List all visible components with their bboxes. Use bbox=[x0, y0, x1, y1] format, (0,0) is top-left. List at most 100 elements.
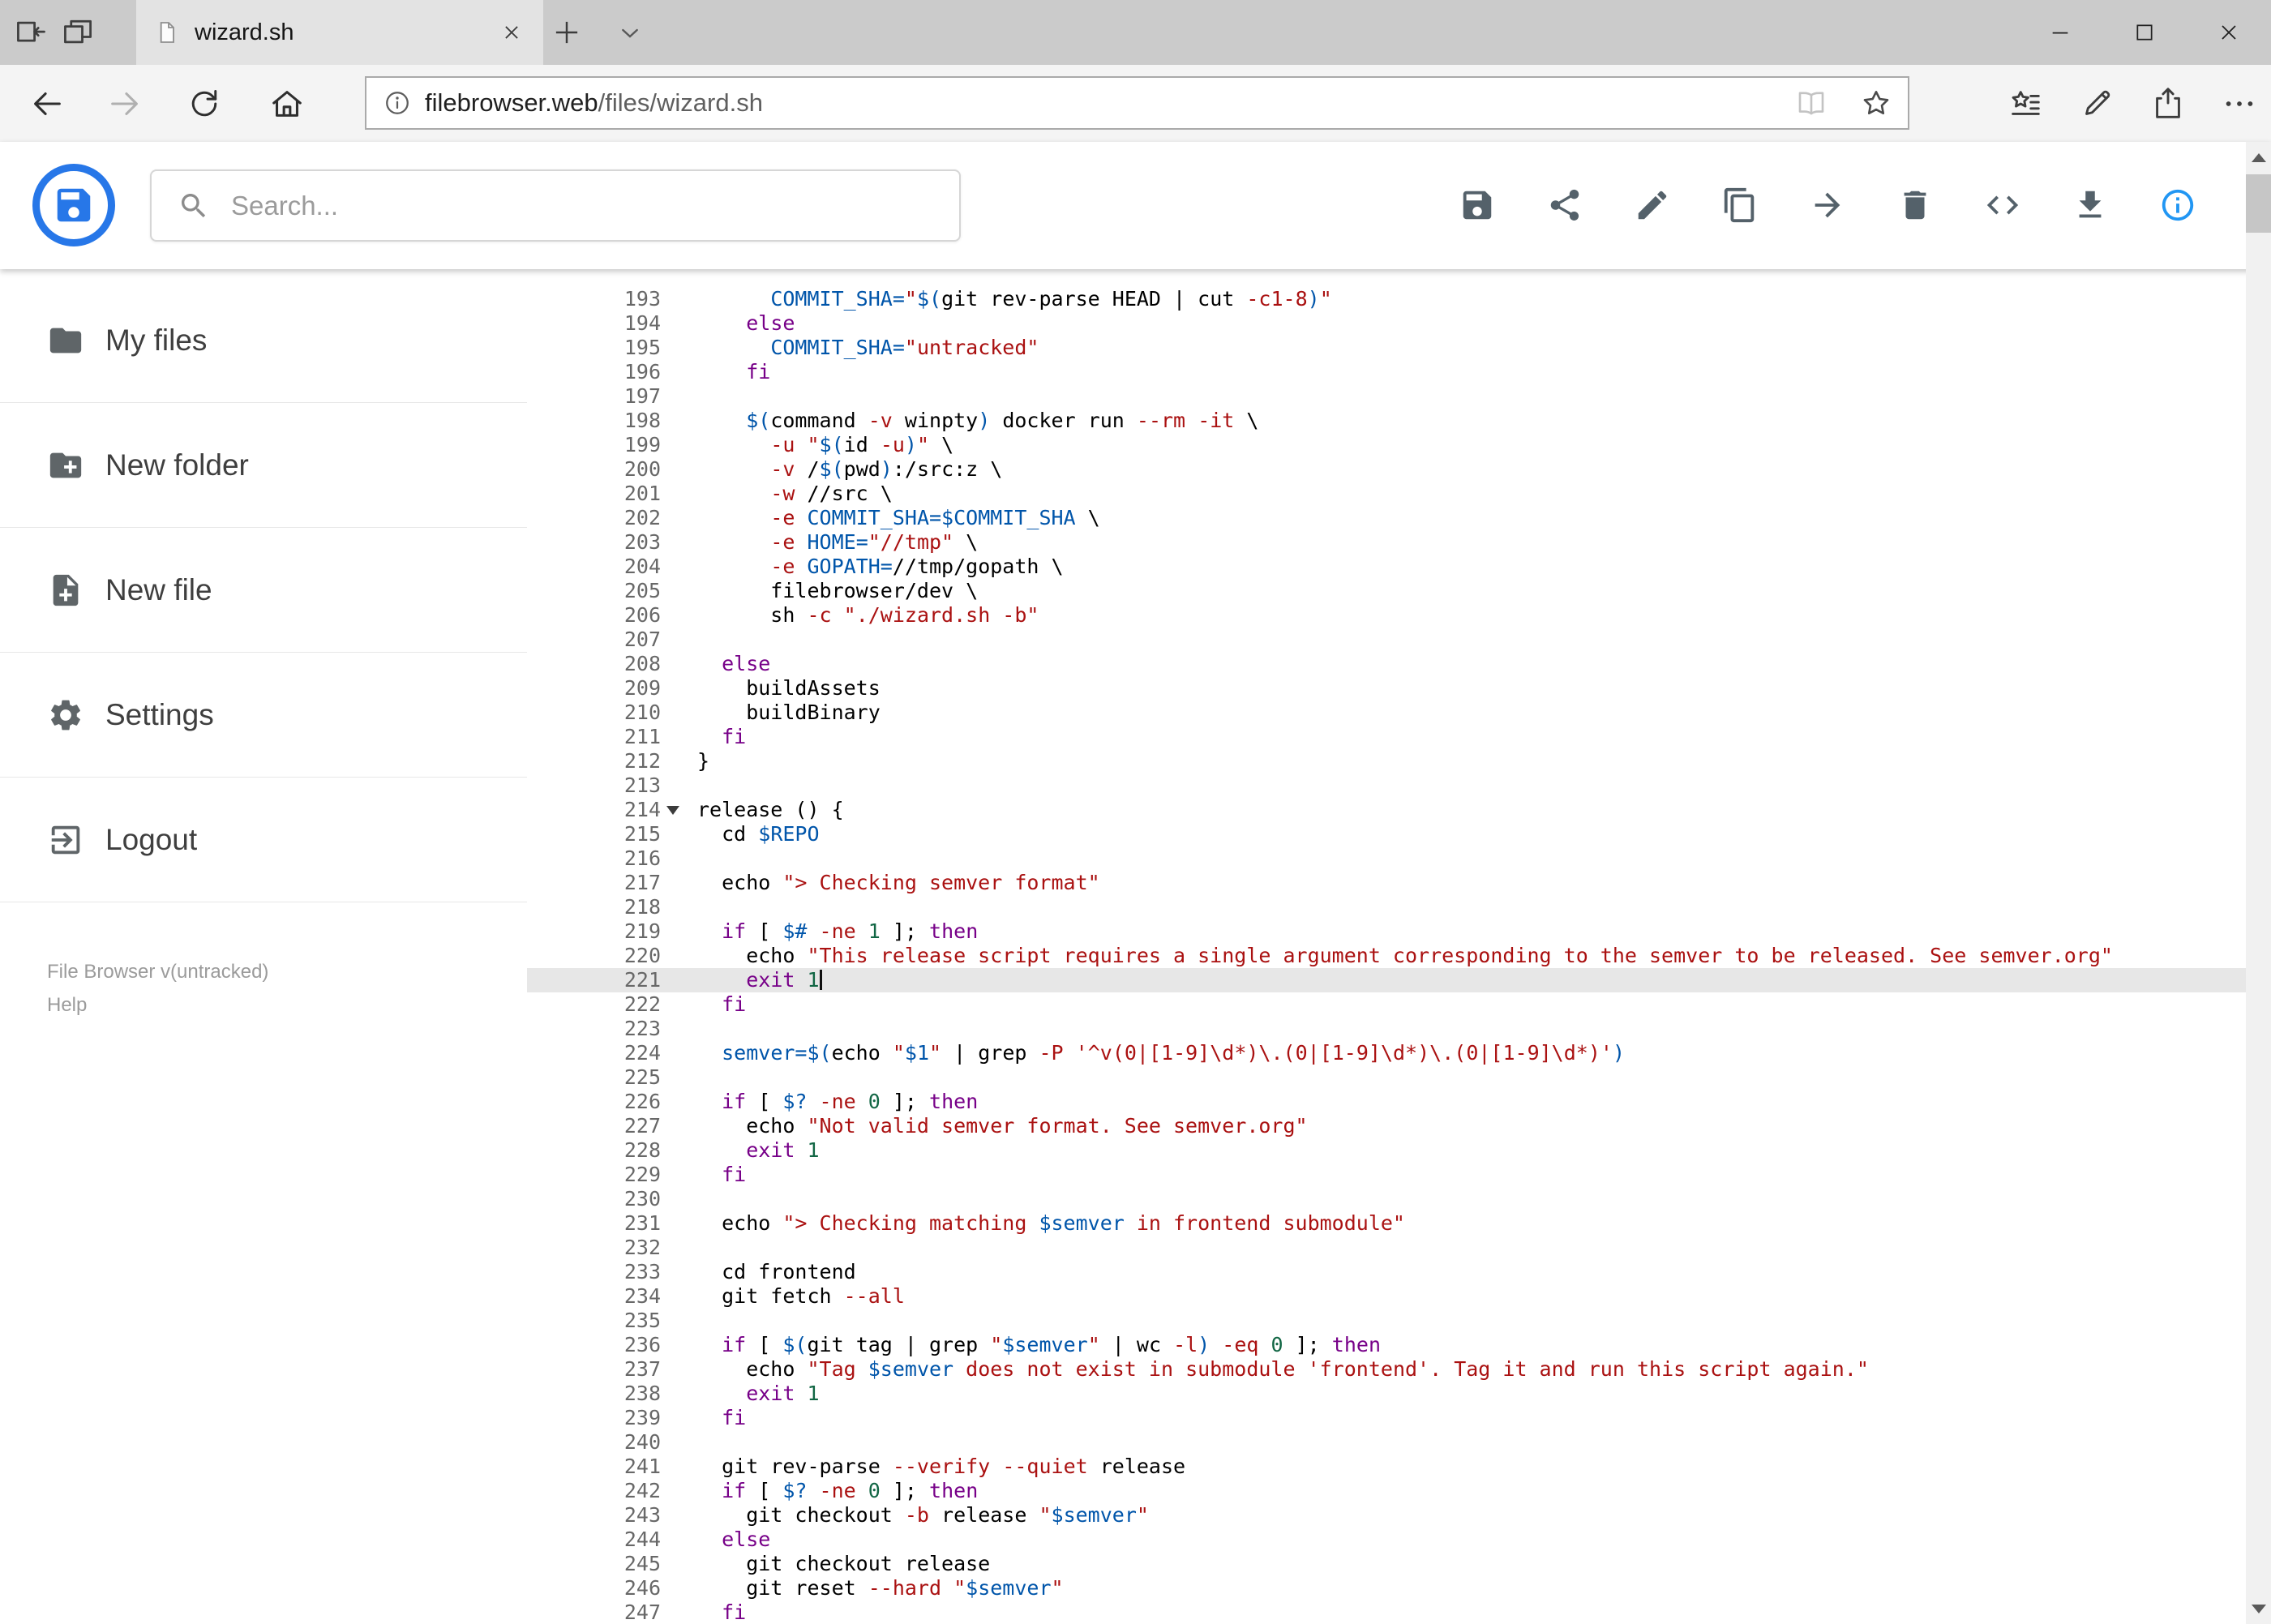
code-line[interactable]: 204 -e GOPATH=//tmp/gopath \ bbox=[527, 555, 2246, 579]
share-page-button[interactable] bbox=[2149, 85, 2187, 122]
code-line[interactable]: 230 bbox=[527, 1187, 2246, 1211]
tab-preview-button[interactable] bbox=[60, 15, 96, 50]
code-line[interactable]: 197 bbox=[527, 384, 2246, 409]
code-line[interactable]: 247 fi bbox=[527, 1600, 2246, 1624]
code-button[interactable] bbox=[1984, 186, 2021, 224]
code-line[interactable]: 236 if [ $(git tag | grep "$semver" | wc… bbox=[527, 1333, 2246, 1357]
delete-button[interactable] bbox=[1896, 186, 1934, 224]
code-line[interactable]: 231 echo "> Checking matching $semver in… bbox=[527, 1211, 2246, 1236]
code-line[interactable]: 219 if [ $# -ne 1 ]; then bbox=[527, 919, 2246, 944]
help-link[interactable]: Help bbox=[47, 994, 268, 1017]
page-info-icon[interactable] bbox=[383, 88, 412, 118]
sidebar-item-logout[interactable]: Logout bbox=[0, 778, 527, 902]
more-button[interactable] bbox=[2221, 85, 2258, 122]
code-line[interactable]: 217 echo "> Checking semver format" bbox=[527, 871, 2246, 895]
code-line[interactable]: 240 bbox=[527, 1430, 2246, 1455]
code-line[interactable]: 193 COMMIT_SHA="$(git rev-parse HEAD | c… bbox=[527, 287, 2246, 311]
code-line[interactable]: 209 buildAssets bbox=[527, 676, 2246, 701]
code-line[interactable]: 206 sh -c "./wizard.sh -b" bbox=[527, 603, 2246, 628]
favorite-star-icon[interactable] bbox=[1859, 86, 1893, 120]
code-line[interactable]: 201 -w //src \ bbox=[527, 482, 2246, 506]
code-line[interactable]: 238 exit 1 bbox=[527, 1382, 2246, 1406]
code-line[interactable]: 229 fi bbox=[527, 1163, 2246, 1187]
code-line[interactable]: 235 bbox=[527, 1309, 2246, 1333]
scrollbar-thumb[interactable] bbox=[2246, 174, 2271, 233]
rename-button[interactable] bbox=[1634, 186, 1671, 224]
scroll-up-button[interactable] bbox=[2246, 142, 2271, 173]
code-line[interactable]: 215 cd $REPO bbox=[527, 822, 2246, 846]
back-button[interactable] bbox=[18, 65, 76, 142]
tab-list-button[interactable] bbox=[615, 18, 645, 49]
code-line[interactable]: 234 git fetch --all bbox=[527, 1284, 2246, 1309]
search-input[interactable] bbox=[231, 190, 959, 221]
code-line[interactable]: 242 if [ $? -ne 0 ]; then bbox=[527, 1479, 2246, 1503]
sidebar-item-new-folder[interactable]: New folder bbox=[0, 403, 527, 528]
filebrowser-logo[interactable] bbox=[32, 164, 115, 246]
code-line[interactable]: 220 echo "This release script requires a… bbox=[527, 944, 2246, 968]
new-tab-button[interactable] bbox=[550, 15, 584, 49]
code-line[interactable]: 224 semver=$(echo "$1" | grep -P '^v(0|[… bbox=[527, 1041, 2246, 1065]
code-line[interactable]: 195 COMMIT_SHA="untracked" bbox=[527, 336, 2246, 360]
code-line[interactable]: 203 -e HOME="//tmp" \ bbox=[527, 530, 2246, 555]
code-line[interactable]: 239 fi bbox=[527, 1406, 2246, 1430]
search-bar[interactable] bbox=[150, 169, 961, 242]
code-line[interactable]: 208 else bbox=[527, 652, 2246, 676]
tabs-aside-button[interactable] bbox=[13, 15, 49, 50]
code-line[interactable]: 233 cd frontend bbox=[527, 1260, 2246, 1284]
close-tab-icon[interactable] bbox=[498, 19, 525, 46]
code-line[interactable]: 207 bbox=[527, 628, 2246, 652]
code-line[interactable]: 210 buildBinary bbox=[527, 701, 2246, 725]
code-line[interactable]: 202 -e COMMIT_SHA=$COMMIT_SHA \ bbox=[527, 506, 2246, 530]
hub-button[interactable] bbox=[2007, 85, 2044, 122]
copy-button[interactable] bbox=[1721, 186, 1759, 224]
code-line[interactable]: 214 release () { bbox=[527, 798, 2246, 822]
home-button[interactable] bbox=[258, 65, 316, 142]
refresh-button[interactable] bbox=[175, 65, 234, 142]
code-line[interactable]: 243 git checkout -b release "$semver" bbox=[527, 1503, 2246, 1528]
sidebar-item-settings[interactable]: Settings bbox=[0, 653, 527, 778]
address-bar[interactable]: filebrowser.web/files/wizard.sh bbox=[365, 76, 1909, 130]
code-line[interactable]: 216 bbox=[527, 846, 2246, 871]
code-line[interactable]: 245 git checkout release bbox=[527, 1552, 2246, 1576]
code-line[interactable]: 226 if [ $? -ne 0 ]; then bbox=[527, 1090, 2246, 1114]
code-line[interactable]: 232 bbox=[527, 1236, 2246, 1260]
code-line[interactable]: 228 exit 1 bbox=[527, 1138, 2246, 1163]
code-line[interactable]: 241 git rev-parse --verify --quiet relea… bbox=[527, 1455, 2246, 1479]
forward-button[interactable] bbox=[96, 65, 154, 142]
code-line[interactable]: 200 -v /$(pwd):/src:z \ bbox=[527, 457, 2246, 482]
code-line[interactable]: 211 fi bbox=[527, 725, 2246, 749]
code-line[interactable]: 212} bbox=[527, 749, 2246, 773]
code-line[interactable]: 213 bbox=[527, 773, 2246, 798]
share-button[interactable] bbox=[1546, 186, 1583, 224]
code-line[interactable]: 194 else bbox=[527, 311, 2246, 336]
maximize-button[interactable] bbox=[2102, 0, 2187, 65]
code-line[interactable]: 222 fi bbox=[527, 992, 2246, 1017]
page-scrollbar[interactable] bbox=[2246, 142, 2271, 1624]
browser-tab[interactable]: wizard.sh bbox=[136, 0, 543, 65]
code-line[interactable]: 237 echo "Tag $semver does not exist in … bbox=[527, 1357, 2246, 1382]
code-line[interactable]: 198 $(command -v winpty) docker run --rm… bbox=[527, 409, 2246, 433]
sidebar-item-my-files[interactable]: My files bbox=[0, 278, 527, 403]
scroll-down-button[interactable] bbox=[2246, 1593, 2271, 1624]
code-editor[interactable]: 193 COMMIT_SHA="$(git rev-parse HEAD | c… bbox=[527, 269, 2246, 1624]
code-line[interactable]: 244 else bbox=[527, 1528, 2246, 1552]
move-button[interactable] bbox=[1809, 186, 1846, 224]
code-line[interactable]: 227 echo "Not valid semver format. See s… bbox=[527, 1114, 2246, 1138]
code-line[interactable]: 221 exit 1 bbox=[527, 968, 2246, 992]
code-line[interactable]: 246 git reset --hard "$semver" bbox=[527, 1576, 2246, 1600]
sidebar-item-new-file[interactable]: New file bbox=[0, 528, 527, 653]
close-window-button[interactable] bbox=[2187, 0, 2271, 65]
save-button[interactable] bbox=[1459, 186, 1496, 224]
line-number: 233 bbox=[623, 1260, 661, 1283]
code-line[interactable]: 218 bbox=[527, 895, 2246, 919]
code-line[interactable]: 205 filebrowser/dev \ bbox=[527, 579, 2246, 603]
download-button[interactable] bbox=[2072, 186, 2109, 224]
info-button[interactable] bbox=[2159, 186, 2196, 224]
minimize-button[interactable] bbox=[2018, 0, 2102, 65]
code-line[interactable]: 223 bbox=[527, 1017, 2246, 1041]
web-note-button[interactable] bbox=[2078, 85, 2115, 122]
code-line[interactable]: 199 -u "$(id -u)" \ bbox=[527, 433, 2246, 457]
code-line[interactable]: 196 fi bbox=[527, 360, 2246, 384]
code-line[interactable]: 225 bbox=[527, 1065, 2246, 1090]
fold-marker-icon[interactable] bbox=[666, 806, 679, 815]
